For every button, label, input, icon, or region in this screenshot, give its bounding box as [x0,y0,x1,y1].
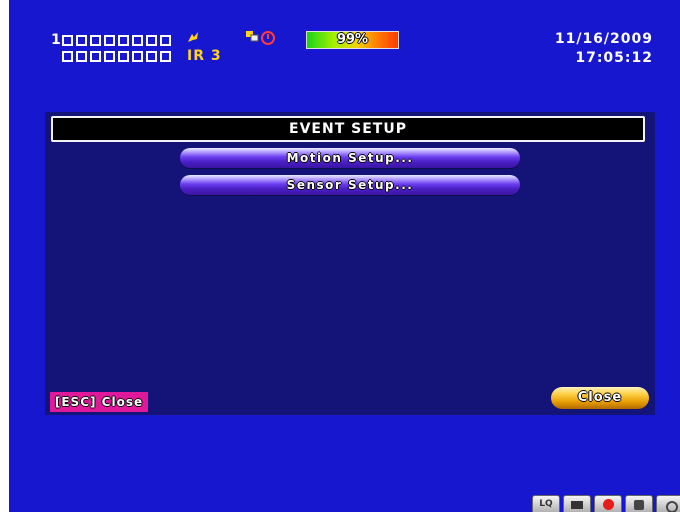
channel-box-icon [118,34,129,46]
hdd-usage-bar: 99% [306,31,399,49]
monitor-icon[interactable] [563,495,591,512]
channel-row-1: 1 [51,32,174,48]
channel-box-icon [104,50,115,62]
sensor-setup-button[interactable]: Sensor Setup... [180,175,520,195]
dialog-title: EVENT SETUP [51,116,645,142]
motion-setup-button[interactable]: Motion Setup... [180,148,520,168]
dvr-screen: 1 IR 3 99% 11/16/2009 17:05:12 EVENT SET… [9,0,680,512]
ir-label: IR 3 [187,48,222,64]
channel-box-icon [104,34,115,46]
channel-box-icon [146,50,157,62]
esc-close-hint: [ESC] Close [50,392,148,412]
channel-box-icon [160,50,171,62]
channel-row-number: 1 [51,32,61,48]
channel-box-icon [62,50,73,62]
network-icon [246,31,259,42]
channel-box-icon [62,34,73,46]
ptz-icon[interactable] [625,495,653,512]
record-icon[interactable] [594,495,622,512]
event-setup-dialog: EVENT SETUP Motion Setup... Sensor Setup… [45,112,655,415]
hdd-usage-percent: 99% [336,32,369,47]
time-display: 17:05:12 [575,50,653,66]
channel-box-icon [118,50,129,62]
key-icon[interactable] [656,495,680,512]
channel-indicators: 1 [51,32,174,64]
date-display: 11/16/2009 [554,31,653,47]
channel-box-icon [160,34,171,46]
hdd-icon [187,31,199,47]
clock-icon [261,31,275,45]
channel-box-icon [76,50,87,62]
channel-box-icon [132,50,143,62]
lq-button[interactable]: LQ [532,495,560,512]
channel-box-icon [90,50,101,62]
channel-box-icon [146,34,157,46]
bottom-toolbar: LQ [532,495,680,512]
channel-box-icon [76,34,87,46]
close-button[interactable]: Close [551,387,649,409]
channel-box-icon [90,34,101,46]
channel-row-2 [51,48,174,64]
channel-box-icon [132,34,143,46]
lq-label: LQ [539,499,553,509]
